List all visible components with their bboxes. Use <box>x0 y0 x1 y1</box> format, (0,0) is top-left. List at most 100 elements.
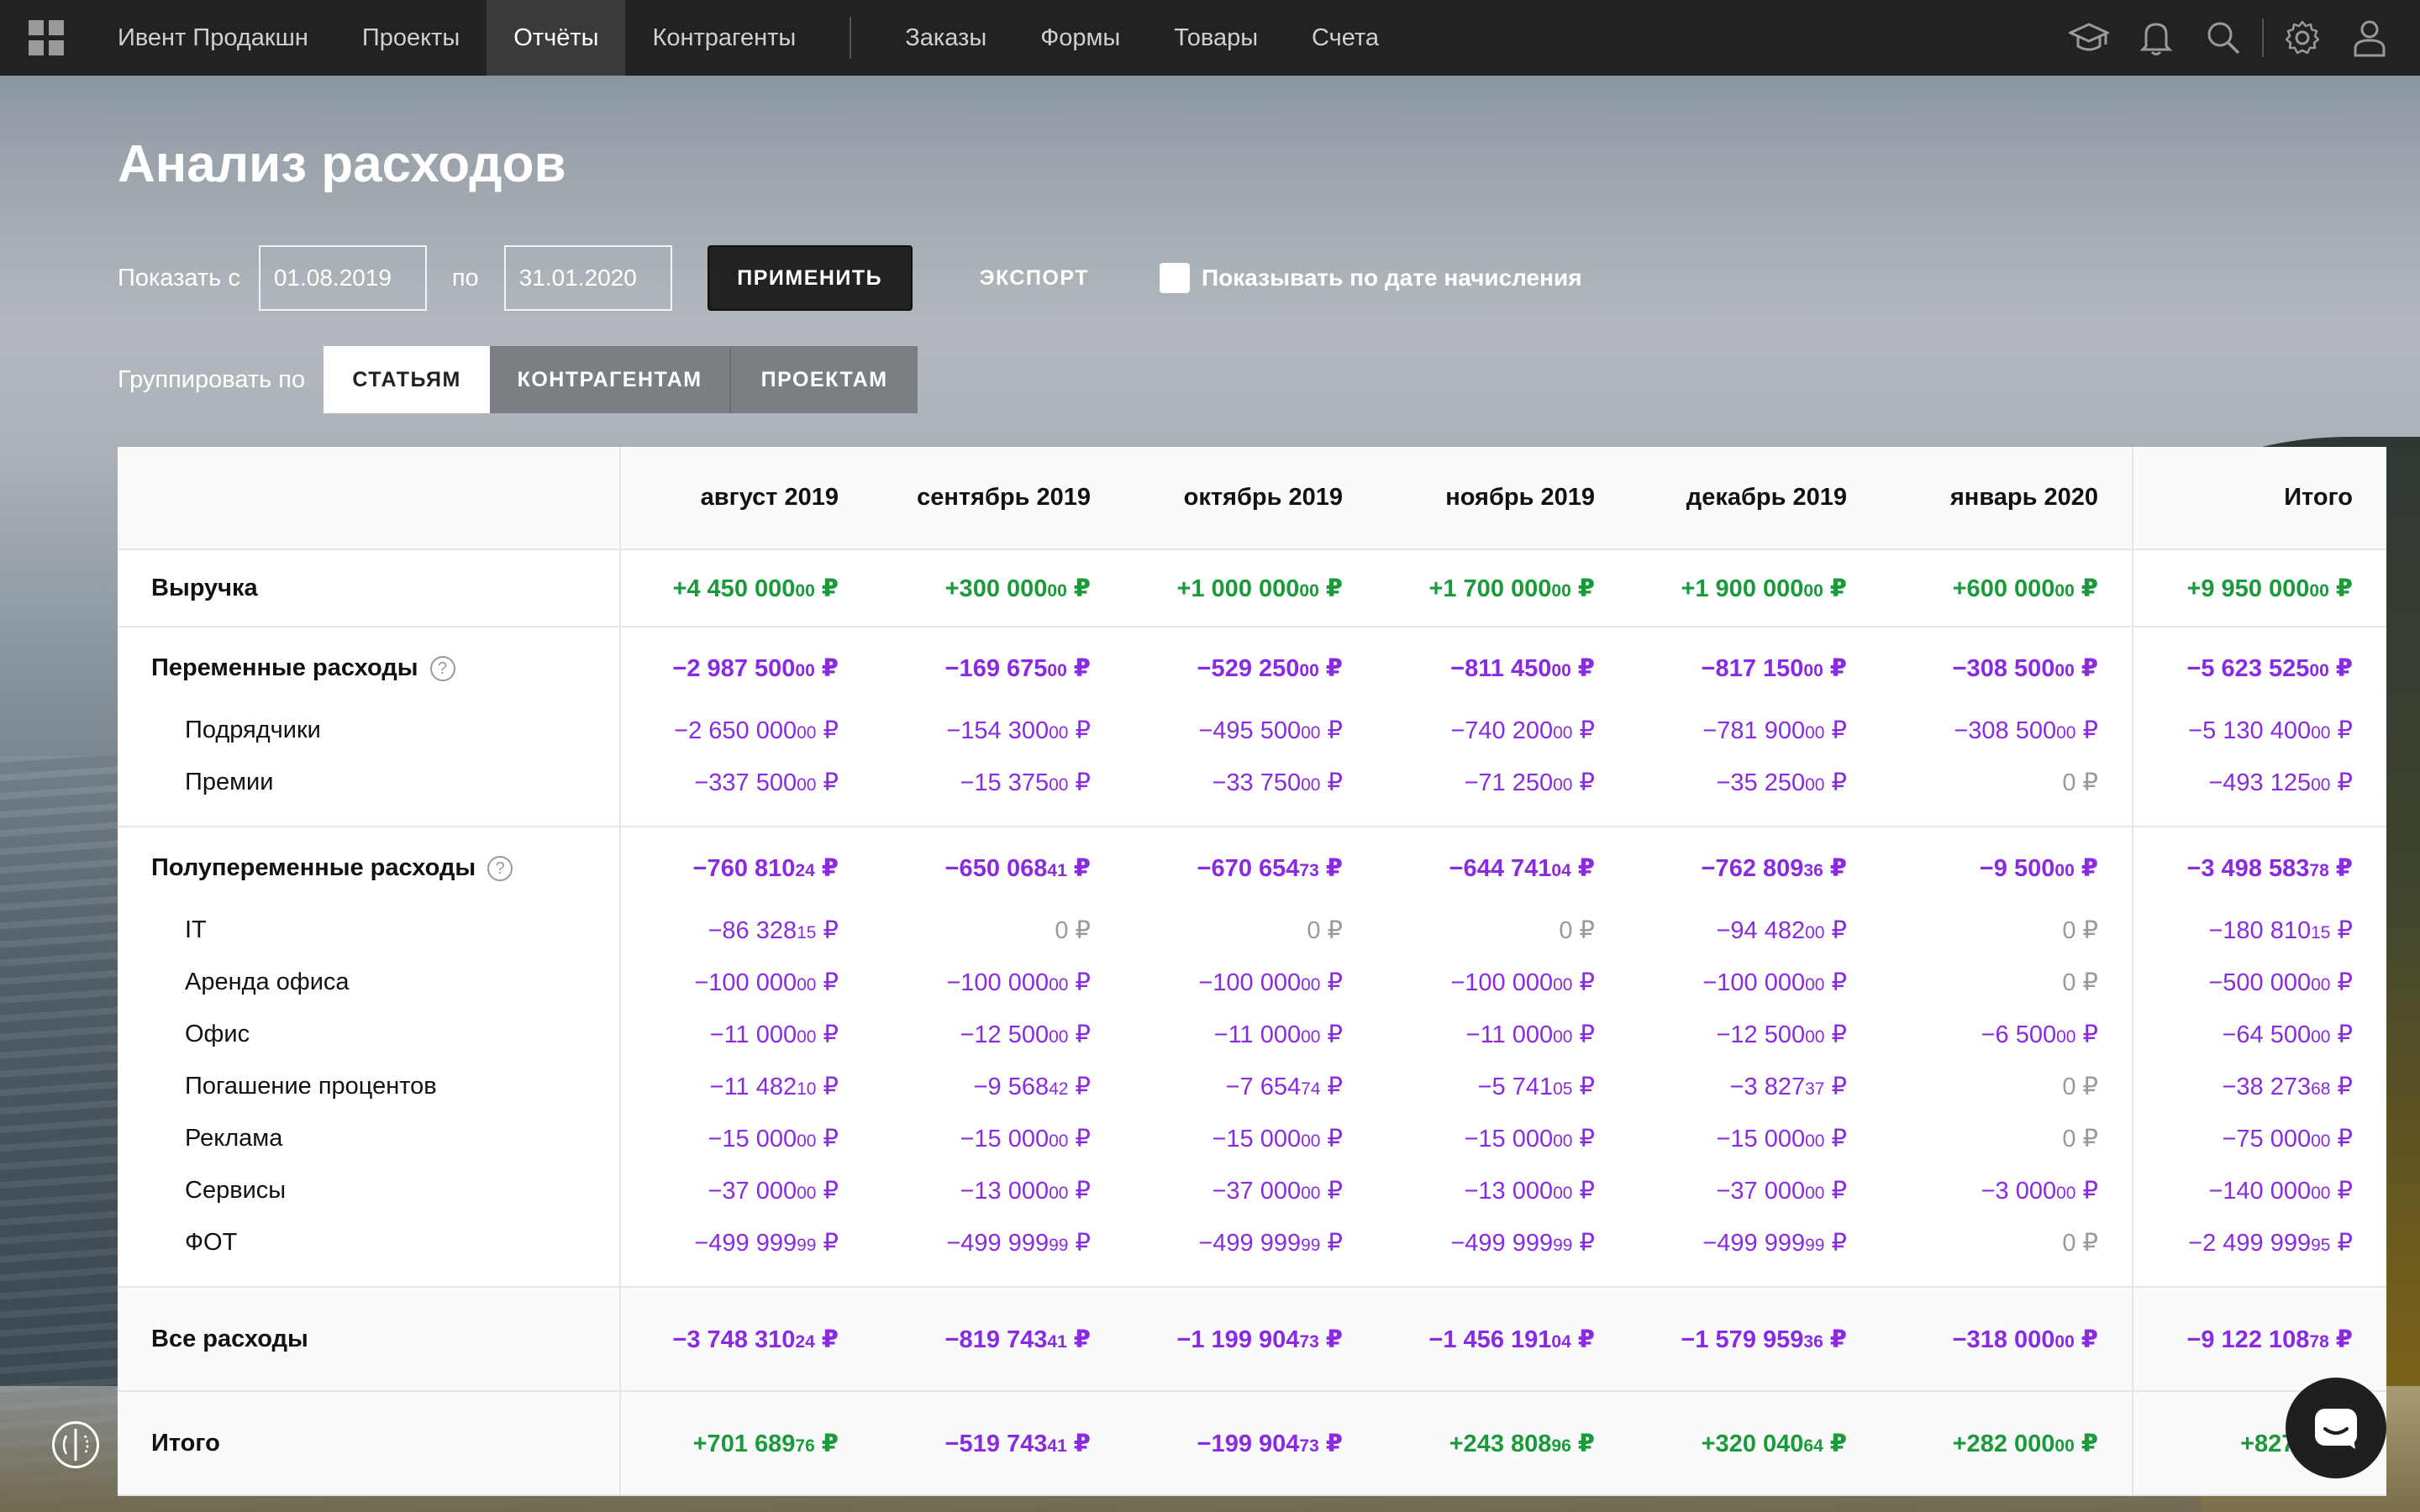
bell-icon[interactable] <box>2123 0 2190 76</box>
amount-kopecks: 00 <box>1805 1131 1825 1151</box>
nav-invoices[interactable]: Счета <box>1285 0 1406 76</box>
column-header: январь 2020 <box>1881 447 2133 550</box>
nav-forms[interactable]: Формы <box>1013 0 1147 76</box>
row-label: Полупеременные расходы? <box>118 827 620 904</box>
column-header-total: Итого <box>2132 447 2386 550</box>
amount-kopecks: 00 <box>1301 1131 1321 1151</box>
amount-kopecks: 99 <box>1553 1235 1573 1255</box>
help-icon[interactable]: ? <box>429 656 455 682</box>
help-icon[interactable]: ? <box>487 856 513 882</box>
currency-sign: ₽ <box>1824 1073 1847 1100</box>
nav-orders[interactable]: Заказы <box>878 0 1013 76</box>
apply-button[interactable]: ПРИМЕНИТЬ <box>707 245 913 311</box>
amount-kopecks: 00 <box>1047 580 1067 601</box>
export-button[interactable]: ЭКСПОРТ <box>980 266 1089 291</box>
currency-sign: ₽ <box>2328 575 2353 602</box>
nav-company[interactable]: Ивент Продакшн <box>118 0 335 76</box>
spacer-cell <box>1376 808 1628 827</box>
group-by-projects-button[interactable]: ПРОЕКТАМ <box>731 346 918 413</box>
amount-cell: −760 81024 ₽ <box>619 827 872 904</box>
accrual-date-label[interactable]: Показывать по дате начисления <box>1202 265 1582 291</box>
chat-support-button[interactable] <box>2286 1378 2386 1478</box>
currency-sign: ₽ <box>1066 1430 1091 1457</box>
amount-cell: +282 00000 ₽ <box>1881 1391 2133 1496</box>
amount-cell: −650 06841 ₽ <box>872 827 1124 904</box>
currency-sign: ₽ <box>1068 1073 1091 1100</box>
amount-kopecks: 00 <box>795 580 815 601</box>
nav-counterparties[interactable]: Контрагенты <box>625 0 823 76</box>
accrual-date-checkbox[interactable] <box>1160 263 1190 293</box>
amount-kopecks: 24 <box>795 1331 815 1352</box>
currency-sign: ₽ <box>1824 717 1847 744</box>
currency-sign: ₽ <box>2074 1430 2098 1457</box>
gear-icon[interactable] <box>2269 0 2336 76</box>
expense-item-row: Премии −337 50000 ₽ −15 37500 ₽ −33 75000 ₽… <box>118 756 2386 808</box>
currency-sign: ₽ <box>1824 1229 1847 1257</box>
amount-cell: +4 450 00000 ₽ <box>619 549 872 627</box>
brand-logo-icon[interactable] <box>52 1421 99 1468</box>
currency-sign: ₽ <box>2330 1021 2353 1048</box>
amount-value: −1 456 191 <box>1428 1326 1552 1353</box>
date-from-input[interactable] <box>258 245 427 311</box>
amount-kopecks: 00 <box>1047 661 1067 680</box>
amount-cell: −495 50000 ₽ <box>1124 704 1376 756</box>
currency-sign: ₽ <box>2330 717 2353 744</box>
amount-kopecks: 05 <box>1553 1079 1573 1099</box>
search-icon[interactable] <box>2190 0 2257 76</box>
currency-sign: ₽ <box>814 1326 839 1353</box>
amount-value: 0 <box>1055 916 1069 944</box>
amount-value: −1 199 904 <box>1176 1326 1300 1353</box>
amount-cell: −140 00000 ₽ <box>2132 1164 2386 1216</box>
amount-cell: −1 199 90473 ₽ <box>1124 1287 1376 1392</box>
currency-sign: ₽ <box>1068 1125 1091 1152</box>
row-label-text: Все расходы <box>151 1325 308 1352</box>
row-label: Аренда офиса <box>118 956 620 1008</box>
nav-projects[interactable]: Проекты <box>335 0 487 76</box>
amount-kopecks: 99 <box>1049 1235 1069 1255</box>
amount-value: −5 130 400 <box>2188 717 2312 744</box>
amount-kopecks: 00 <box>2311 774 2331 795</box>
amount-cell: −94 48200 ₽ <box>1628 904 1881 956</box>
row-label: Выручка <box>118 549 620 627</box>
amount-cell: −9 122 10878 ₽ <box>2132 1287 2386 1392</box>
currency-sign: ₽ <box>816 1229 839 1257</box>
amount-value: −650 068 <box>944 855 1048 882</box>
amount-cell: 0 ₽ <box>1881 1112 2133 1164</box>
amount-value: −199 904 <box>1197 1430 1300 1457</box>
amount-cell: −819 74341 ₽ <box>872 1287 1124 1392</box>
group-by-articles-button[interactable]: СТАТЬЯМ <box>324 346 491 413</box>
apps-grid-icon[interactable] <box>24 15 69 60</box>
spacer-cell <box>1881 1268 2133 1288</box>
spacer-cell <box>2132 1268 2386 1288</box>
column-header: декабрь 2019 <box>1628 447 1881 550</box>
amount-kopecks: 00 <box>2056 1183 2076 1203</box>
row-label: Офис <box>118 1008 620 1060</box>
row-label: Реклама <box>118 1112 620 1164</box>
amount-cell: −2 650 00000 ₽ <box>619 704 872 756</box>
amount-cell: −644 74104 ₽ <box>1376 827 1628 904</box>
user-icon[interactable] <box>2336 0 2403 76</box>
date-to-input[interactable] <box>503 245 672 311</box>
nav-products[interactable]: Товары <box>1147 0 1285 76</box>
spacer-row <box>118 808 2386 827</box>
amount-cell: −9 56842 ₽ <box>872 1060 1124 1112</box>
amount-value: −6 500 <box>1981 1021 2057 1048</box>
amount-kopecks: 00 <box>1553 1026 1573 1047</box>
amount-value: −819 743 <box>944 1326 1048 1353</box>
amount-cell: −5 623 52500 ₽ <box>2132 627 2386 704</box>
amount-cell: −11 00000 ₽ <box>1376 1008 1628 1060</box>
amount-cell: −2 987 50000 ₽ <box>619 627 872 704</box>
amount-cell: 0 ₽ <box>1881 756 2133 808</box>
amount-cell: −37 00000 ₽ <box>1124 1164 1376 1216</box>
amount-cell: −6 50000 ₽ <box>1881 1008 2133 1060</box>
amount-value: −15 375 <box>960 769 1050 796</box>
group-by-counterparties-button[interactable]: КОНТРАГЕНТАМ <box>490 346 732 413</box>
academy-cap-icon[interactable] <box>2055 0 2123 76</box>
amount-value: 0 <box>2062 916 2076 944</box>
currency-sign: ₽ <box>2074 575 2098 602</box>
currency-sign: ₽ <box>2330 916 2353 944</box>
spacer-cell <box>1628 808 1881 827</box>
amount-value: 0 <box>1559 916 1573 944</box>
nav-reports[interactable]: Отчёты <box>487 0 626 76</box>
currency-sign: ₽ <box>2328 855 2353 882</box>
